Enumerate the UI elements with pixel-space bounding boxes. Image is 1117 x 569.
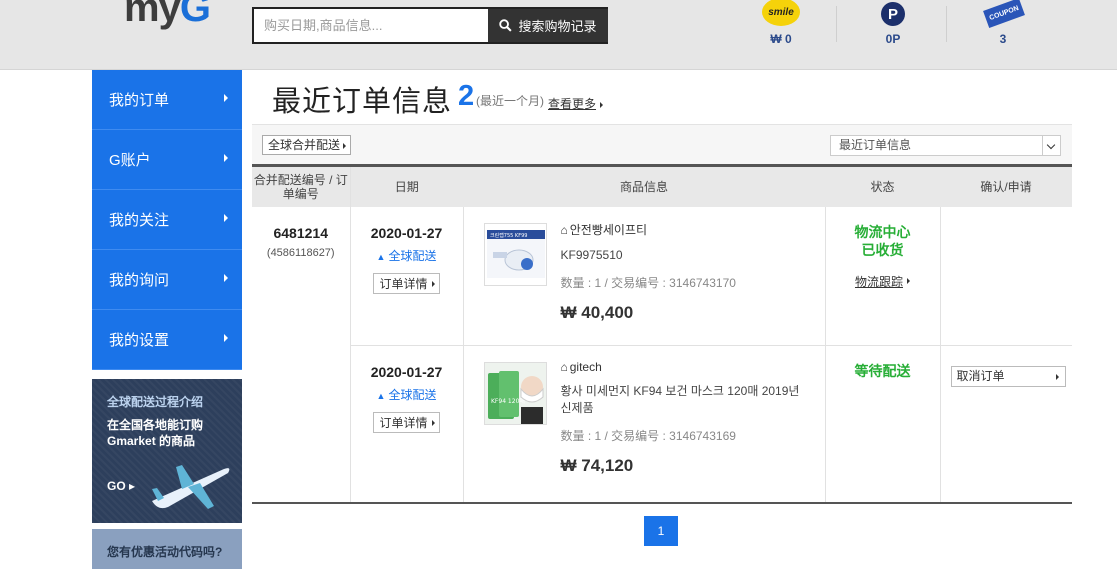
- combined-order-cell: 6481214 (4586118627): [252, 206, 351, 504]
- order-type-select[interactable]: 最近订单信息: [830, 135, 1061, 156]
- sidebar-item-label: 我的设置: [109, 332, 170, 349]
- status-text: 物流中心: [854, 223, 911, 240]
- column-header: 状态: [825, 164, 940, 207]
- chevron-right-icon: [224, 154, 228, 162]
- page-title: 最近订单信息: [272, 86, 453, 118]
- view-more-link[interactable]: 查看更多: [548, 95, 603, 112]
- sidebar-item-my-settings[interactable]: 我的设置: [92, 310, 242, 370]
- product-name-link[interactable]: KF9975510: [561, 247, 801, 264]
- shipping-type-link[interactable]: 全球配送: [351, 247, 463, 264]
- sidebar-item-label: G账户: [109, 152, 151, 169]
- search-button-label: 搜索购物记录: [518, 19, 597, 34]
- table-row: 2020-01-27 全球配送 订单详情 KF94 120매: [252, 345, 1072, 504]
- page-subtitle: (最近一个月): [476, 94, 544, 108]
- column-header: 确认/申请: [940, 164, 1072, 207]
- product-info: 안전빵세이프티 KF9975510 数量 : 1 / 交易编号 : 314674…: [561, 221, 801, 323]
- action-cell: 取消订单: [940, 345, 1072, 504]
- product-price: ₩ 40,400: [560, 302, 634, 322]
- order-detail-button[interactable]: 订单详情: [373, 412, 440, 433]
- promo-title: 全球配送过程介绍: [107, 395, 204, 409]
- order-date: 2020-01-27: [370, 224, 443, 241]
- order-type-select-value: 最近订单信息: [839, 138, 912, 152]
- status-cell: 物流中心 已收货 物流跟踪: [825, 206, 941, 346]
- smile-cash-stat[interactable]: ₩ 0: [726, 0, 836, 48]
- quantity-transaction: 数量 : 1 / 交易编号 : 3146743170: [560, 275, 736, 290]
- points-stat[interactable]: 0P: [838, 0, 948, 48]
- tracking-link[interactable]: 物流跟踪: [855, 273, 911, 290]
- myg-logo[interactable]: myG: [124, 0, 211, 31]
- mask-pack-image: KF94 120매: [484, 363, 546, 424]
- airplane-icon: [152, 465, 230, 509]
- column-header: 日期: [350, 164, 463, 207]
- chevron-right-icon: [224, 334, 228, 342]
- product-name-link[interactable]: 황사 미세먼지 KF94 보건 마스크 120매 2019년 신제품: [561, 383, 801, 417]
- chevron-right-icon: [224, 94, 228, 102]
- status-text: 等待配送: [854, 363, 911, 379]
- promo-go-link[interactable]: GO ▸: [107, 479, 135, 493]
- seller-name-link[interactable]: 안전빵세이프티: [561, 221, 801, 238]
- column-header: 合并配送编号 / 订单编号: [252, 164, 351, 207]
- table-row: 6481214 (4586118627) 2020-01-27 全球配送 订单详…: [252, 206, 1072, 504]
- sidebar-item-my-orders[interactable]: 我的订单: [92, 70, 242, 130]
- sidebar-item-label: 我的订单: [109, 92, 170, 109]
- svg-text:크린랩755 KF99: 크린랩755 KF99: [490, 232, 527, 239]
- seller-name-link[interactable]: gitech: [561, 360, 801, 374]
- sidebar-item-my-favorites[interactable]: 我的关注: [92, 190, 242, 250]
- promo-text: 在全国各地能订购Gmarket 的商品: [107, 418, 204, 448]
- top-header: myG 搜索购物记录 smile ₩ 0 P 0P COUPON 3: [0, 0, 1117, 70]
- date-cell: 2020-01-27 全球配送 订单详情: [350, 345, 464, 504]
- sidebar-item-label: 我的询问: [109, 272, 170, 289]
- product-thumbnail[interactable]: KF94 120매: [483, 362, 547, 425]
- smile-cash-value: ₩ 0: [770, 32, 792, 46]
- coupon-stat[interactable]: 3: [948, 0, 1058, 48]
- sidebar-nav: 我的订单 G账户 我的关注 我的询问 我的设置: [92, 70, 242, 370]
- sidebar-item-label: 我的关注: [109, 212, 170, 229]
- orders-table: 合并配送编号 / 订单编号 日期 商品信息 状态 确认/申请 6481214 (…: [252, 164, 1072, 504]
- search-box: 搜索购物记录: [252, 7, 608, 44]
- status-cell: 等待配送: [825, 345, 941, 504]
- sidebar-item-my-inquiries[interactable]: 我的询问: [92, 250, 242, 310]
- order-detail-button[interactable]: 订单详情: [373, 272, 440, 294]
- product-cell: KF94 120매 gitech 황사 미세먼지 KF94 보건 마스크 120…: [463, 345, 826, 504]
- svg-text:KF94 120매: KF94 120매: [491, 397, 525, 405]
- shipping-type-link[interactable]: 全球配送: [351, 386, 463, 403]
- table-header-row: 合并配送编号 / 订单编号 日期 商品信息 状态 确认/申请: [252, 164, 1072, 207]
- combined-shipping-number: 6481214: [273, 224, 328, 241]
- coupon-value: 3: [999, 32, 1007, 46]
- cancel-order-button[interactable]: 取消订单: [950, 366, 1066, 387]
- header-divider: [946, 6, 947, 42]
- status-text: 已收货: [861, 241, 904, 258]
- chevron-right-icon: [224, 214, 228, 222]
- mask-box-image: 크린랩755 KF99: [486, 229, 545, 278]
- chevron-down-icon: [1042, 136, 1060, 155]
- order-date: 2020-01-27: [370, 364, 443, 380]
- search-icon: [499, 19, 513, 32]
- column-header: 商品信息: [463, 164, 825, 207]
- points-value: 0P: [885, 32, 901, 46]
- pagination-page-1[interactable]: 1: [644, 516, 678, 546]
- product-cell: 크린랩755 KF99 안전빵세이프티 KF9975510 数量 : 1 / 交…: [463, 206, 826, 346]
- sidebar-item-g-account[interactable]: G账户: [92, 130, 242, 190]
- product-thumbnail[interactable]: 크린랩755 KF99: [483, 222, 547, 286]
- action-cell: [940, 206, 1072, 346]
- chevron-right-icon: [224, 274, 228, 282]
- search-input[interactable]: [254, 9, 488, 42]
- date-cell: 2020-01-27 全球配送 订单详情: [350, 206, 464, 346]
- promo-code-banner[interactable]: 您有优惠活动代码吗?: [92, 529, 242, 569]
- filter-bar: 全球合并配送 最近订单信息: [252, 124, 1072, 164]
- product-price: ₩ 74,120: [560, 456, 634, 475]
- search-button[interactable]: 搜索购物记录: [488, 9, 608, 42]
- global-shipping-promo-banner[interactable]: 全球配送过程介绍 在全国各地能订购Gmarket 的商品 GO ▸: [92, 379, 242, 523]
- quantity-transaction: 数量 : 1 / 交易编号 : 3146743169: [560, 429, 736, 443]
- global-combine-shipping-button[interactable]: 全球合并配送: [262, 135, 352, 155]
- order-number: (4586118627): [266, 246, 335, 259]
- header-divider: [836, 6, 837, 42]
- product-info: gitech 황사 미세먼지 KF94 보건 마스크 120매 2019년 신제…: [561, 360, 801, 476]
- order-count: 2: [458, 80, 475, 112]
